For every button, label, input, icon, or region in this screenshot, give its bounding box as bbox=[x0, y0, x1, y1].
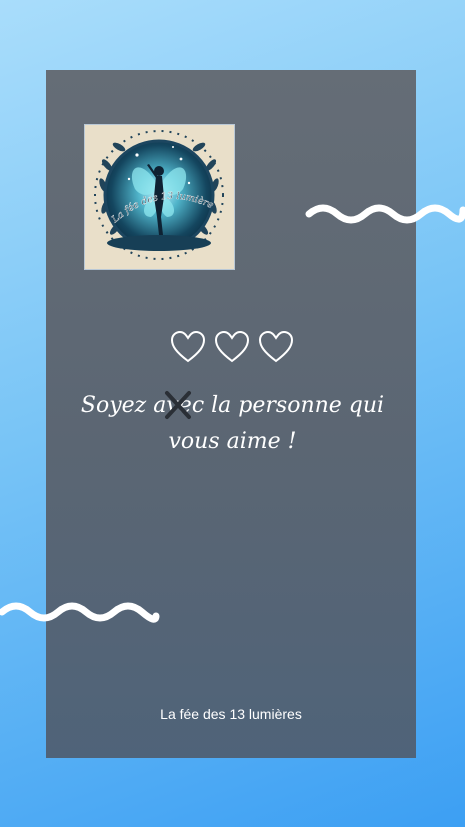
heart-outline-icon bbox=[214, 330, 250, 363]
heart-outline-icon bbox=[258, 330, 294, 363]
heart-outline-icon bbox=[170, 330, 206, 363]
decorative-wave-left bbox=[0, 602, 160, 623]
struck-word-part: ve bbox=[165, 388, 192, 424]
decorative-wave-right bbox=[305, 204, 465, 224]
fairy-emblem-icon: La fée des 13 lumières bbox=[82, 117, 224, 260]
struck-letters: ve bbox=[166, 393, 192, 418]
footer-signature: La fée des 13 lumières bbox=[160, 706, 302, 722]
hearts-row bbox=[170, 330, 294, 370]
quote-line-2: vous aime ! bbox=[168, 429, 297, 454]
quote-after-strike: c la personne qui bbox=[191, 393, 385, 418]
quote-text: Soyez ave c la personne qui vous aime ! bbox=[70, 388, 395, 460]
brand-logo: La fée des 13 lumières bbox=[82, 117, 235, 270]
quote-before-strike: Soyez a bbox=[80, 393, 167, 418]
quote-line-1: Soyez ave c la personne qui bbox=[70, 388, 395, 424]
